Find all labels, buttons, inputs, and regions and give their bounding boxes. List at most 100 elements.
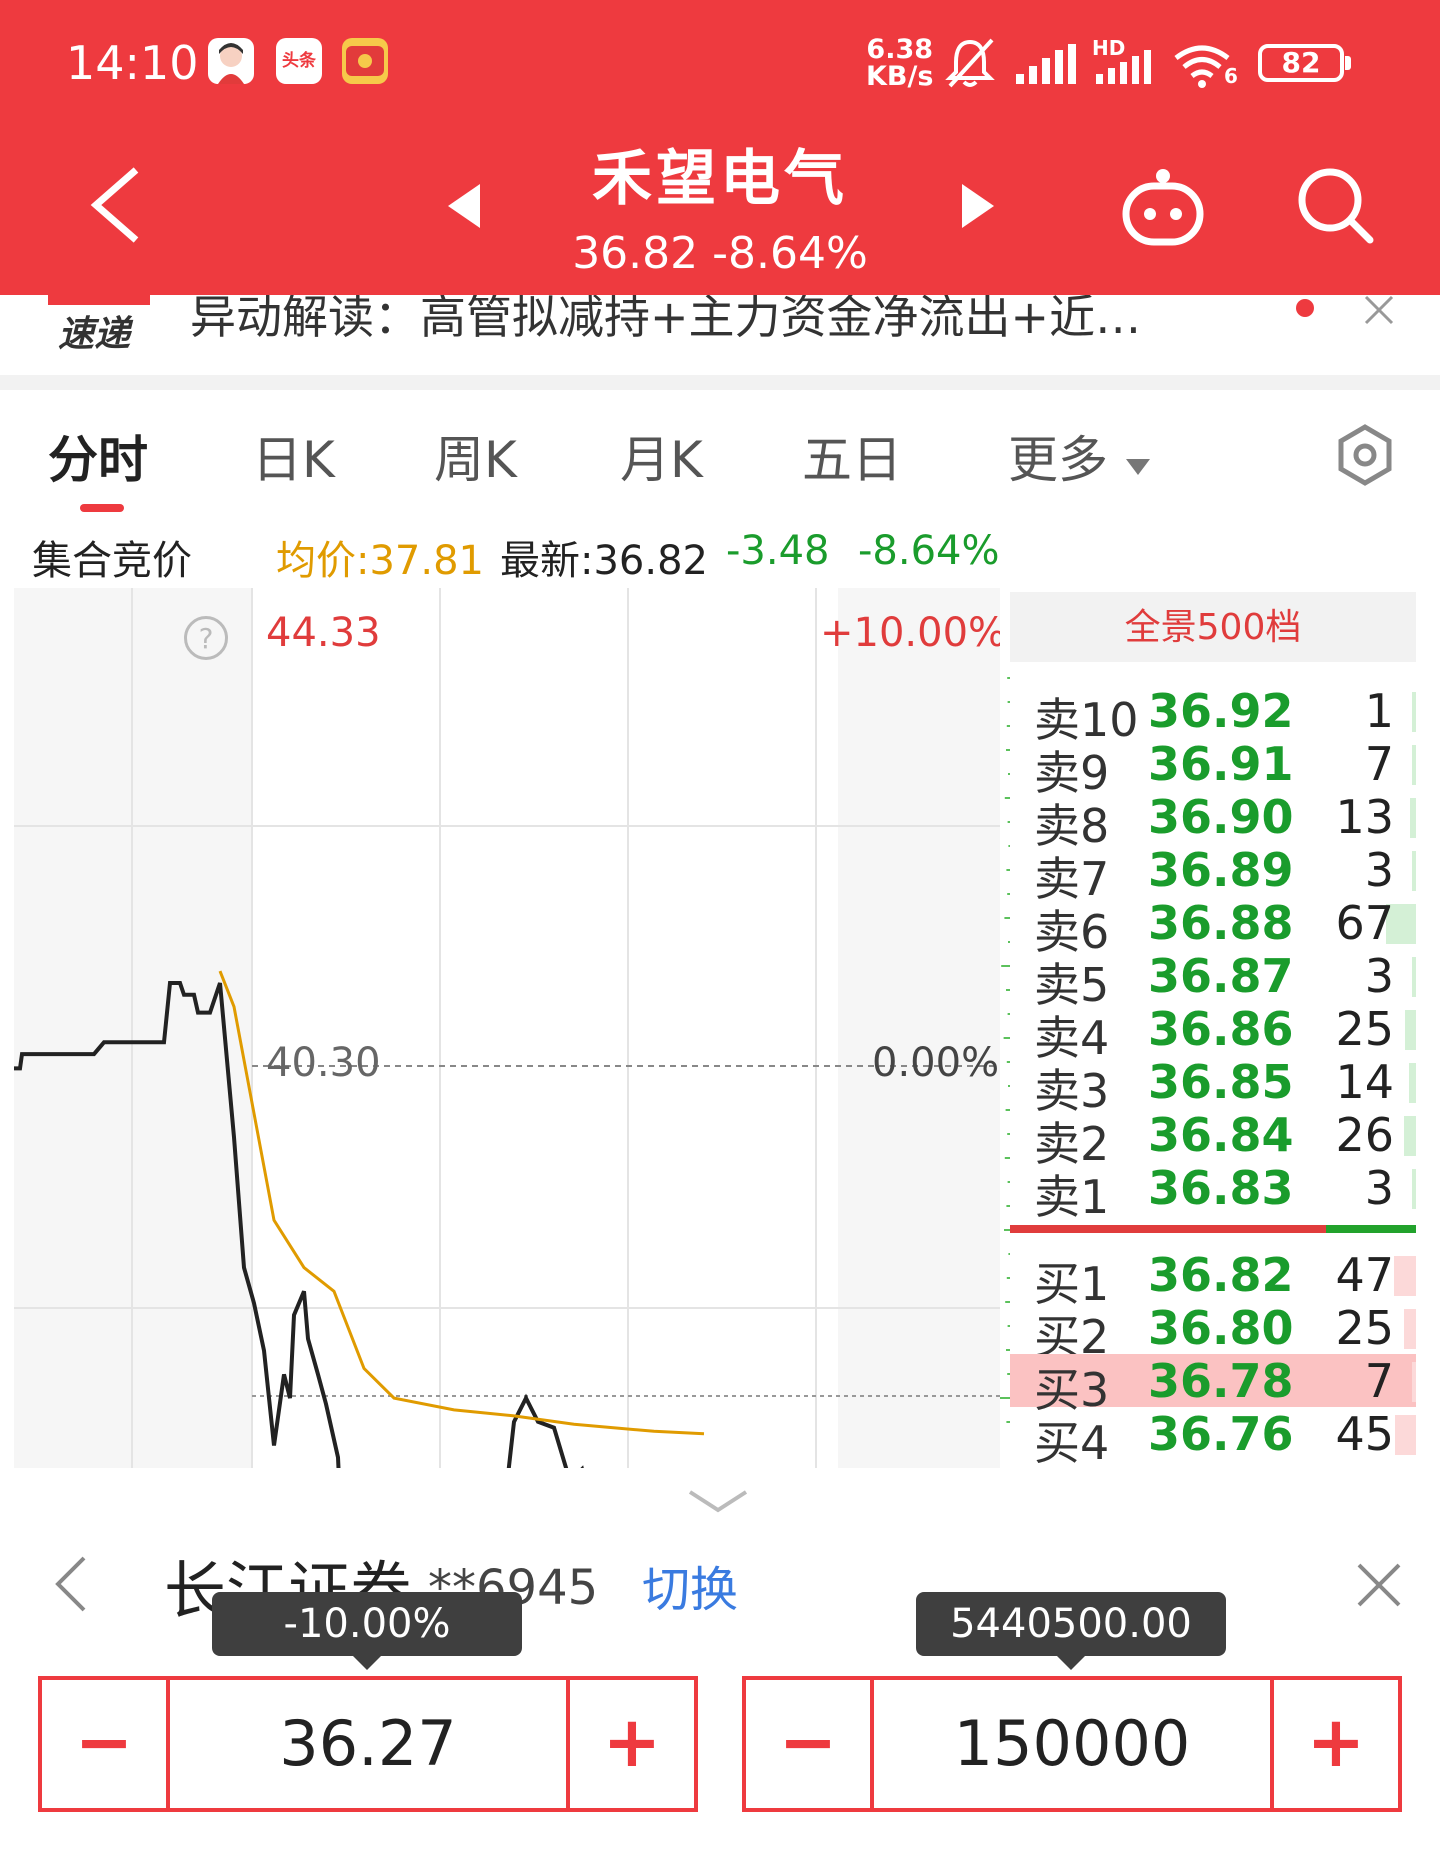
depth-bar bbox=[1409, 1063, 1416, 1103]
chart-ref-price: 40.30 bbox=[266, 1040, 381, 1086]
depth-bar bbox=[1394, 1256, 1416, 1296]
level-qty: 1 bbox=[1364, 684, 1394, 738]
signal-icon bbox=[1016, 44, 1076, 84]
ask-row[interactable]: 卖5 36.87 3 bbox=[1010, 949, 1416, 1012]
depth-bar bbox=[1412, 851, 1416, 891]
intraday-chart-svg bbox=[14, 588, 1000, 1468]
level-label: 卖1 bbox=[1034, 1170, 1110, 1224]
back-icon[interactable] bbox=[86, 164, 146, 246]
level-qty: 7 bbox=[1364, 1354, 1394, 1408]
ask-row[interactable]: 卖10 36.92 1 bbox=[1010, 684, 1416, 747]
settings-icon[interactable] bbox=[1334, 424, 1396, 486]
amount-tooltip: 5440500.00 bbox=[916, 1592, 1226, 1670]
depth-bar bbox=[1412, 1362, 1416, 1402]
quantity-decrease-button[interactable]: − bbox=[746, 1680, 874, 1808]
tab-intraday[interactable]: 分时 bbox=[48, 420, 148, 492]
close-icon[interactable] bbox=[1356, 1562, 1402, 1608]
status-time: 14:10 bbox=[66, 36, 199, 90]
depth-bar bbox=[1404, 1309, 1416, 1349]
tab-weekly-k[interactable]: 周K bbox=[434, 420, 517, 492]
depth-bar bbox=[1412, 957, 1416, 997]
battery-tip bbox=[1345, 56, 1351, 70]
price-pct-tooltip: -10.00% bbox=[212, 1592, 522, 1670]
price-increase-button[interactable]: + bbox=[566, 1680, 694, 1808]
avatar-app-icon bbox=[208, 38, 254, 84]
level-qty: 3 bbox=[1364, 843, 1394, 897]
chart-top-price: 44.33 bbox=[266, 610, 381, 656]
switch-account-link[interactable]: 切换 bbox=[642, 1550, 738, 1620]
depth-bar bbox=[1412, 692, 1416, 732]
app-header: 14:10 头条 6.38 KB/s HD 6 82 禾望电气 36.82 -8… bbox=[0, 0, 1440, 295]
bid-row[interactable]: 买2 36.80 25 bbox=[1010, 1301, 1416, 1364]
level-qty: 13 bbox=[1335, 790, 1394, 844]
quote-info-row: 集合竞价 均价:37.81 最新:36.82 -3.48 -8.64% bbox=[0, 514, 1440, 588]
chart-top-pct: +10.00% bbox=[820, 610, 1000, 656]
full-depth-500-button[interactable]: 全景500档 bbox=[1010, 592, 1416, 662]
close-icon[interactable] bbox=[1364, 295, 1394, 325]
level-label: 买4 bbox=[1034, 1416, 1110, 1468]
depth-bar bbox=[1404, 1116, 1416, 1156]
collapse-chevron-icon[interactable] bbox=[686, 1488, 750, 1514]
level-price: 36.85 bbox=[1148, 1055, 1294, 1109]
price-decrease-button[interactable]: − bbox=[42, 1680, 170, 1808]
bid-row[interactable]: 买3 36.78 7 bbox=[1010, 1354, 1416, 1417]
wifi-label: 6 bbox=[1224, 64, 1238, 88]
tab-daily-k[interactable]: 日K bbox=[252, 420, 335, 492]
level-price: 36.89 bbox=[1148, 843, 1294, 897]
ask-row[interactable]: 卖7 36.89 3 bbox=[1010, 843, 1416, 906]
prev-stock-icon[interactable] bbox=[446, 182, 482, 230]
ask-row[interactable]: 卖6 36.88 67 bbox=[1010, 896, 1416, 959]
ask-row[interactable]: 卖1 36.83 3 bbox=[1010, 1161, 1416, 1224]
next-stock-icon[interactable] bbox=[960, 182, 996, 230]
community-robot-icon[interactable] bbox=[1118, 166, 1208, 246]
amount-tooltip-text: 5440500.00 bbox=[950, 1601, 1192, 1647]
price-input[interactable]: 36.27 bbox=[174, 1680, 562, 1808]
tab-more[interactable]: 更多 bbox=[1008, 420, 1152, 492]
section-divider bbox=[0, 375, 1440, 390]
level-qty: 25 bbox=[1335, 1301, 1394, 1355]
toutiao-label: 头条 bbox=[282, 51, 316, 71]
level-price: 36.76 bbox=[1148, 1407, 1294, 1461]
help-icon[interactable]: ? bbox=[184, 616, 228, 660]
news-headline[interactable]: 异动解读：高管拟减持+主力资金净流出+近… bbox=[190, 295, 1141, 347]
price-change-pct: -8.64% bbox=[858, 528, 1000, 574]
quantity-increase-button[interactable]: + bbox=[1270, 1680, 1398, 1808]
ask-row[interactable]: 卖2 36.84 26 bbox=[1010, 1108, 1416, 1171]
news-ticker[interactable]: 速递 异动解读：高管拟减持+主力资金净流出+近… bbox=[0, 295, 1440, 375]
depth-bar bbox=[1395, 1415, 1416, 1455]
auction-label: 集合竞价 bbox=[32, 538, 192, 584]
tab-monthly-k[interactable]: 月K bbox=[620, 420, 703, 492]
level-price: 36.92 bbox=[1148, 684, 1294, 738]
level-qty: 25 bbox=[1335, 1002, 1394, 1056]
stock-price-change: 36.82 -8.64% bbox=[572, 228, 868, 279]
level-price: 36.91 bbox=[1148, 737, 1294, 791]
level-qty: 47 bbox=[1335, 1248, 1394, 1302]
level-price: 36.83 bbox=[1148, 1161, 1294, 1215]
net-speed-value: 6.38 bbox=[866, 34, 934, 65]
ask-row[interactable]: 卖3 36.85 14 bbox=[1010, 1055, 1416, 1118]
search-icon[interactable] bbox=[1294, 164, 1376, 246]
ask-row[interactable]: 卖8 36.90 13 bbox=[1010, 790, 1416, 853]
quantity-input[interactable]: 150000 bbox=[878, 1680, 1266, 1808]
signal-icon-2 bbox=[1096, 50, 1151, 84]
bid-row[interactable]: 买4 36.76 45 bbox=[1010, 1407, 1416, 1468]
red-packet-app-icon bbox=[342, 38, 388, 84]
ask-row[interactable]: 卖4 36.86 25 bbox=[1010, 1002, 1416, 1065]
buy-strength-bar bbox=[1010, 1225, 1326, 1233]
stock-title: 禾望电气 bbox=[592, 144, 848, 214]
prev-account-icon[interactable] bbox=[52, 1554, 88, 1614]
price-stepper: − 36.27 + bbox=[38, 1676, 698, 1812]
intraday-chart[interactable]: ? 44.33 +10.00% 40.30 0.00% bbox=[14, 588, 1000, 1468]
bid-row[interactable]: 买1 36.82 47 bbox=[1010, 1248, 1416, 1311]
depth-bar bbox=[1412, 1169, 1416, 1209]
tooltip-arrow bbox=[353, 1656, 381, 1670]
unread-dot bbox=[1296, 299, 1314, 317]
depth-bar bbox=[1412, 745, 1416, 785]
order-book: 全景500档 卖10 36.92 1 卖9 36.91 7 卖8 36.90 13 卖7 36.89… bbox=[1010, 588, 1430, 1468]
level-qty: 3 bbox=[1364, 949, 1394, 1003]
level-qty: 26 bbox=[1335, 1108, 1394, 1162]
net-speed-unit: KB/s bbox=[866, 61, 934, 92]
level-price: 36.86 bbox=[1148, 1002, 1294, 1056]
ask-row[interactable]: 卖9 36.91 7 bbox=[1010, 737, 1416, 800]
tab-five-day[interactable]: 五日 bbox=[802, 420, 902, 492]
